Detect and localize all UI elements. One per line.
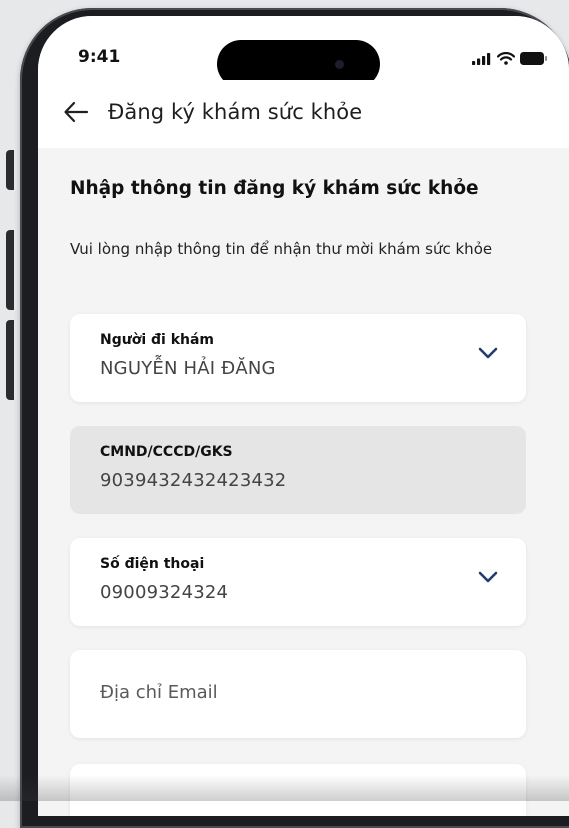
patient-label: Người đi khám [100,332,215,348]
back-arrow-icon[interactable] [62,98,90,126]
phone-label: Số điện thoại [100,556,205,572]
chevron-down-icon [478,571,498,583]
phone-action-button [6,150,14,190]
signal-icon [472,52,491,65]
phone-select[interactable]: Số điện thoại 09009324324 [70,538,526,626]
phone-volume-up-button [6,230,14,310]
id-number-value: 9039432432423432 [100,470,287,491]
phone-screen: 9:41 Đăng ký khám sức khỏe Nhập thông ti… [38,16,569,816]
patient-select[interactable]: Người đi khám NGUYỄN HẢI ĐĂNG [70,314,526,402]
email-placeholder: Địa chỉ Email [100,682,218,703]
app-header: Đăng ký khám sức khỏe [38,80,569,148]
patient-value: NGUYỄN HẢI ĐĂNG [100,358,276,379]
chevron-down-icon [478,347,498,359]
phone-value: 09009324324 [100,582,229,603]
phone-volume-down-button [6,320,14,400]
battery-icon [520,52,547,65]
camera-icon [335,60,344,69]
wifi-icon [497,52,515,65]
form-description: Vui lòng nhập thông tin để nhận thư mời … [70,240,493,258]
email-input[interactable]: Địa chỉ Email [70,650,526,738]
form-title: Nhập thông tin đăng ký khám sức khỏe [70,178,479,199]
id-number-label: CMND/CCCD/GKS [100,444,233,460]
status-icons [472,52,547,65]
header-title: Đăng ký khám sức khỏe [108,100,363,124]
status-time: 9:41 [78,47,121,67]
status-bar: 9:41 [38,16,569,88]
bottom-shadow [0,775,569,801]
id-number-field: CMND/CCCD/GKS 9039432432423432 [70,426,526,514]
